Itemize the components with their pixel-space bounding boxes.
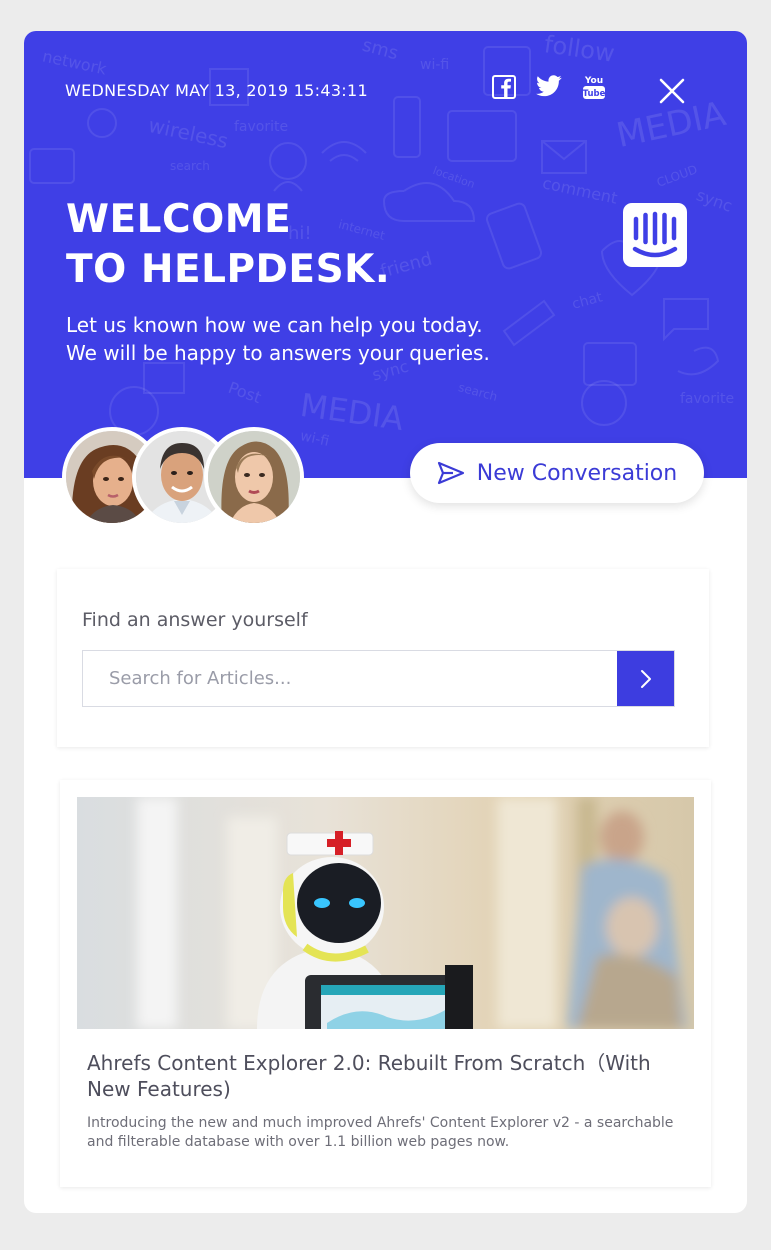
new-conversation-button[interactable]: New Conversation [410, 443, 704, 503]
welcome-title-line-2: TO HELPDESK. [66, 247, 391, 292]
robot-nurse-image[interactable] [77, 797, 694, 1029]
facebook-icon[interactable] [492, 75, 516, 99]
svg-text:Tube: Tube [583, 89, 606, 99]
search-bar [82, 650, 675, 707]
welcome-title: WELCOME TO HELPDESK. [66, 195, 390, 295]
send-icon [437, 461, 464, 485]
search-card: Find an answer yourself [57, 569, 709, 747]
welcome-subtitle: Let us known how we can help you today. … [66, 311, 490, 367]
agent-avatar-3[interactable] [204, 427, 304, 527]
agent-avatars [62, 427, 304, 527]
hero-header: network sms follow wi-fi wireless favori… [24, 31, 747, 478]
twitter-icon[interactable] [536, 75, 562, 97]
welcome-title-line-1: WELCOME [66, 197, 292, 242]
article-card[interactable]: Ahrefs Content Explorer 2.0: Rebuilt Fro… [60, 780, 711, 1187]
article-title[interactable]: Ahrefs Content Explorer 2.0: Rebuilt Fro… [87, 1050, 697, 1102]
svg-text:You: You [584, 76, 603, 86]
current-datetime: WEDNESDAY MAY 13, 2019 15:43:11 [65, 81, 368, 100]
youtube-icon[interactable]: You Tube [582, 73, 606, 101]
search-input[interactable] [83, 651, 617, 706]
search-heading: Find an answer yourself [82, 609, 308, 631]
welcome-subtitle-line-2: We will be happy to answers your queries… [66, 341, 490, 365]
intercom-logo-icon [623, 203, 687, 267]
welcome-subtitle-line-1: Let us known how we can help you today. [66, 313, 483, 337]
new-conversation-label: New Conversation [476, 460, 678, 486]
helpdesk-panel: network sms follow wi-fi wireless favori… [24, 31, 747, 1213]
chevron-right-icon [640, 669, 651, 688]
search-submit-button[interactable] [617, 651, 674, 706]
article-excerpt: Introducing the new and much improved Ah… [87, 1115, 674, 1150]
close-icon[interactable] [656, 75, 688, 107]
